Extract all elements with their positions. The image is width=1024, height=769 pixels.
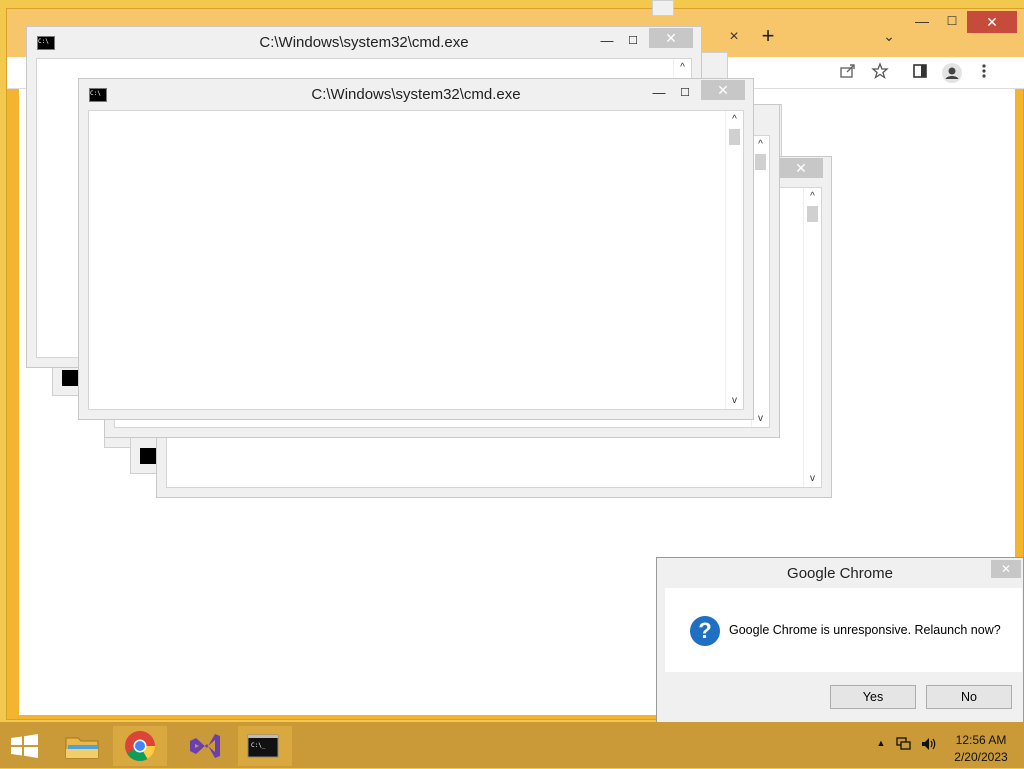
chrome-maximize-button[interactable]: ☐: [937, 11, 967, 33]
folder-icon: [65, 737, 99, 759]
cmd-scrollbar[interactable]: ^ v: [725, 111, 743, 409]
cmd-icon-fragment: [62, 370, 78, 386]
dialog-title: Google Chrome: [787, 565, 893, 582]
clock-time[interactable]: 12:56 AM: [952, 733, 1010, 747]
chrome-unresponsive-dialog[interactable]: Google Chrome ✕ ? Google Chrome is unres…: [656, 557, 1024, 729]
start-button[interactable]: [0, 726, 48, 766]
tab-close-icon[interactable]: ×: [724, 27, 744, 47]
scroll-down-icon[interactable]: v: [752, 410, 769, 427]
window-ghost: [700, 52, 728, 80]
cmd-titlebar[interactable]: C:\ C:\Windows\system32\cmd.exe — ☐ ✕: [27, 27, 701, 57]
scroll-up-icon[interactable]: ^: [674, 59, 691, 76]
dialog-close-button[interactable]: ✕: [991, 560, 1021, 578]
taskbar: C:\_ ▲ 12:56 AM 2/20/2023: [0, 722, 1024, 768]
cmd-window-active[interactable]: C:\ C:\Windows\system32\cmd.exe — ☐ ✕ ^ …: [78, 78, 754, 420]
svg-text:C:\_: C:\_: [251, 742, 266, 749]
cmd-maximize-button[interactable]: ☐: [675, 84, 695, 104]
cmd-minimize-button[interactable]: —: [597, 32, 617, 52]
cmd-minimize-button[interactable]: —: [649, 84, 669, 104]
scroll-up-icon[interactable]: ^: [804, 188, 821, 205]
scroll-thumb[interactable]: [755, 154, 766, 170]
cmd-icon: C:\_: [247, 734, 279, 758]
chrome-close-button[interactable]: ✕: [967, 11, 1017, 33]
cmd-close-button[interactable]: ✕: [649, 28, 693, 48]
chrome-taskbar-button[interactable]: [113, 726, 167, 766]
scroll-up-icon[interactable]: ^: [726, 111, 743, 128]
cmd-close-button[interactable]: ✕: [701, 80, 745, 100]
cmd-titlebar[interactable]: C:\ C:\Windows\system32\cmd.exe — ☐ ✕: [79, 79, 753, 109]
scroll-thumb[interactable]: [807, 206, 818, 222]
dialog-message: Google Chrome is unresponsive. Relaunch …: [729, 623, 1001, 637]
cmd-console-area[interactable]: ^ v: [88, 110, 744, 410]
new-tab-button[interactable]: +: [757, 25, 779, 48]
scroll-down-icon[interactable]: v: [726, 392, 743, 409]
yes-button[interactable]: Yes: [830, 685, 916, 709]
chrome-logo-icon: [125, 731, 155, 762]
show-hidden-icons-button[interactable]: ▲: [875, 738, 887, 750]
cmd-close-button[interactable]: ✕: [779, 158, 823, 178]
visual-studio-icon: [190, 734, 220, 758]
windows-logo-icon: [11, 734, 38, 758]
network-icon[interactable]: [895, 736, 913, 752]
profile-icon[interactable]: [941, 62, 963, 84]
window-ghost: [652, 0, 674, 16]
chrome-minimize-button[interactable]: —: [907, 11, 937, 33]
menu-icon[interactable]: [973, 62, 995, 84]
scroll-down-icon[interactable]: v: [804, 470, 821, 487]
no-button[interactable]: No: [926, 685, 1012, 709]
star-icon[interactable]: [869, 62, 891, 84]
visual-studio-taskbar-button[interactable]: [177, 726, 231, 766]
cmd-icon-fragment: [140, 448, 156, 464]
command-prompt-taskbar-button[interactable]: C:\_: [238, 726, 292, 766]
tab-search-button[interactable]: ⌄: [879, 26, 899, 46]
scroll-thumb[interactable]: [729, 129, 740, 145]
sidepanel-icon[interactable]: [909, 62, 931, 84]
volume-icon[interactable]: [920, 736, 938, 752]
cmd-scrollbar[interactable]: ^ v: [803, 188, 821, 487]
scroll-up-icon[interactable]: ^: [752, 136, 769, 153]
question-icon: ?: [690, 616, 720, 646]
cmd-maximize-button[interactable]: ☐: [623, 32, 643, 52]
share-icon[interactable]: [837, 62, 859, 84]
file-explorer-taskbar-button[interactable]: [56, 726, 110, 766]
clock-date[interactable]: 2/20/2023: [952, 750, 1010, 764]
dialog-body: ? Google Chrome is unresponsive. Relaunc…: [665, 588, 1022, 672]
